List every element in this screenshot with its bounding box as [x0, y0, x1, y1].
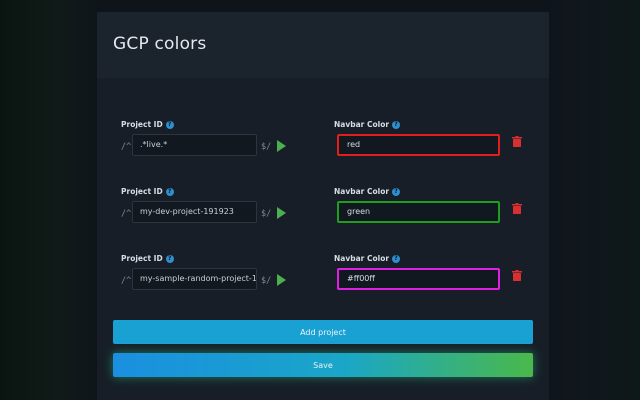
- navbar-color-label: Navbar Color ?: [334, 254, 401, 263]
- navbar-color-input[interactable]: green: [337, 201, 500, 223]
- background-left: [0, 0, 100, 400]
- help-icon[interactable]: ?: [392, 120, 401, 129]
- help-icon[interactable]: ?: [392, 254, 401, 263]
- project-row: Project ID ? /^ my-dev-project-191923 $/…: [97, 187, 549, 247]
- project-id-input[interactable]: my-dev-project-191923: [132, 201, 257, 223]
- trash-icon[interactable]: [512, 136, 522, 147]
- background-right: [545, 0, 640, 400]
- trash-icon[interactable]: [512, 270, 522, 281]
- save-button[interactable]: Save: [113, 353, 533, 377]
- play-icon[interactable]: [277, 274, 286, 286]
- project-id-label: Project ID ?: [121, 254, 174, 263]
- regex-suffix: $/: [261, 276, 272, 286]
- regex-suffix: $/: [261, 209, 272, 219]
- help-icon[interactable]: ?: [392, 187, 401, 196]
- add-project-button[interactable]: Add project: [113, 320, 533, 344]
- options-panel: GCP colors Project ID ? /^ .*live.* $/ N…: [97, 12, 549, 400]
- project-row: Project ID ? /^ my-sample-random-project…: [97, 254, 549, 314]
- help-icon[interactable]: ?: [165, 254, 174, 263]
- project-row: Project ID ? /^ .*live.* $/ Navbar Color…: [97, 120, 549, 180]
- help-icon[interactable]: ?: [165, 120, 174, 129]
- project-id-label: Project ID ?: [121, 187, 174, 196]
- navbar-color-label: Navbar Color ?: [334, 187, 401, 196]
- regex-suffix: $/: [261, 142, 272, 152]
- help-icon[interactable]: ?: [165, 187, 174, 196]
- regex-prefix: /^: [121, 142, 132, 152]
- trash-icon[interactable]: [512, 203, 522, 214]
- regex-prefix: /^: [121, 276, 132, 286]
- navbar-color-label: Navbar Color ?: [334, 120, 401, 129]
- play-icon[interactable]: [277, 207, 286, 219]
- project-id-input[interactable]: my-sample-random-project-191: [132, 268, 257, 290]
- navbar-color-input[interactable]: #ff00ff: [337, 268, 500, 290]
- regex-prefix: /^: [121, 209, 132, 219]
- page-title: GCP colors: [113, 34, 207, 54]
- project-id-input[interactable]: .*live.*: [132, 134, 257, 156]
- panel-header: GCP colors: [97, 12, 549, 78]
- play-icon[interactable]: [277, 140, 286, 152]
- navbar-color-input[interactable]: red: [337, 134, 500, 156]
- project-id-label: Project ID ?: [121, 120, 174, 129]
